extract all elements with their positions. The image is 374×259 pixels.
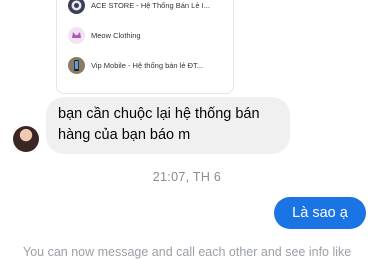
ace-store-logo [68, 0, 85, 14]
shop-row-meow-clothing[interactable]: Meow Clothing [68, 25, 141, 45]
sender-avatar[interactable] [13, 126, 39, 152]
incoming-message-bubble[interactable]: bạn cần chuộc lại hệ thống bán hàng của … [46, 97, 290, 154]
meow-clothing-logo [68, 26, 85, 44]
shop-row-ace-store[interactable]: ACE STORE - Hệ Thống Bán Lẻ I... [68, 0, 210, 15]
shared-pages-card[interactable]: ACE STORE - Hệ Thống Bán Lẻ I... Meow Cl… [56, 0, 234, 94]
shop-name: Meow Clothing [91, 30, 141, 40]
shop-row-vip-mobile[interactable]: Vip Mobile - Hệ thống bán lẻ ĐT... [68, 55, 203, 75]
outgoing-message-bubble[interactable]: Là sao ạ [274, 197, 366, 229]
shop-name: ACE STORE - Hệ Thống Bán Lẻ I... [91, 0, 210, 10]
vip-mobile-logo [68, 56, 85, 74]
message-timestamp: 21:07, TH 6 [152, 170, 222, 184]
shop-name: Vip Mobile - Hệ thống bán lẻ ĐT... [91, 60, 204, 70]
